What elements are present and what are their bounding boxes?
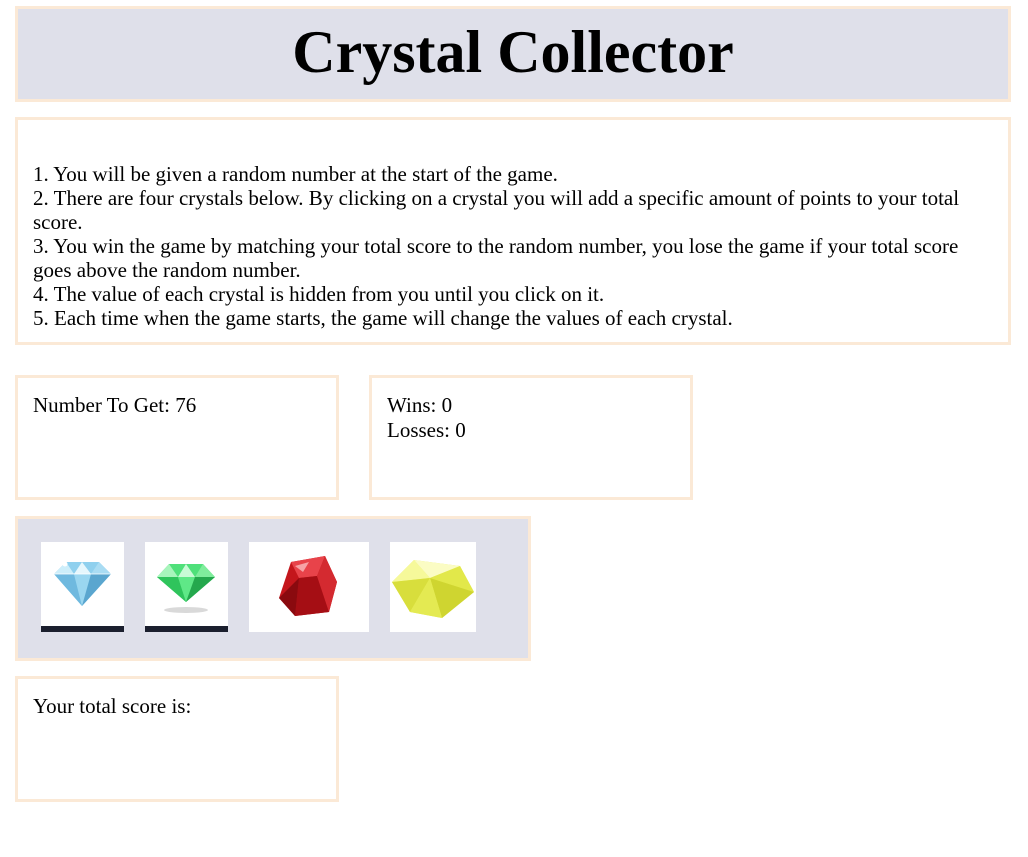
crystal-button-red[interactable] [249, 542, 369, 632]
stock-watermark-bar [145, 626, 228, 632]
losses-line: Losses: 0 [387, 418, 675, 443]
wins-line: Wins: 0 [387, 393, 675, 418]
wins-count: 0 [441, 393, 453, 417]
stock-watermark-bar [41, 626, 124, 632]
record-panel: Wins: 0 Losses: 0 [369, 375, 693, 500]
yellow-gem-icon [392, 560, 474, 618]
title-panel: Crystal Collector [15, 6, 1011, 102]
rule-2: 2. There are four crystals below. By cli… [33, 186, 960, 234]
instructions-panel: 1. You will be given a random number at … [15, 117, 1011, 345]
red-ruby-icon [279, 556, 337, 616]
blue-diamond-icon [54, 561, 111, 606]
losses-label: Losses: [387, 418, 456, 442]
target-value: 76 [175, 393, 197, 417]
crystal-button-yellow[interactable] [390, 542, 476, 632]
rule-4: 4. The value of each crystal is hidden f… [33, 282, 605, 306]
wins-label: Wins: [387, 393, 442, 417]
rule-5: 5. Each time when the game starts, the g… [33, 306, 733, 330]
crystal-button-green[interactable] [145, 542, 228, 632]
game-title: Crystal Collector [292, 19, 734, 85]
score-label: Your total score is: [33, 694, 192, 718]
crystal-button-blue[interactable] [41, 542, 124, 632]
rule-3: 3. You win the game by matching your tot… [33, 234, 959, 282]
green-emerald-icon [157, 564, 215, 613]
target-number-panel: Number To Get: 76 [15, 375, 339, 500]
rule-1: 1. You will be given a random number at … [33, 162, 558, 186]
target-label: Number To Get: [33, 393, 176, 417]
score-panel: Your total score is: [15, 676, 339, 802]
crystal-panel [15, 516, 531, 661]
losses-count: 0 [455, 418, 466, 442]
